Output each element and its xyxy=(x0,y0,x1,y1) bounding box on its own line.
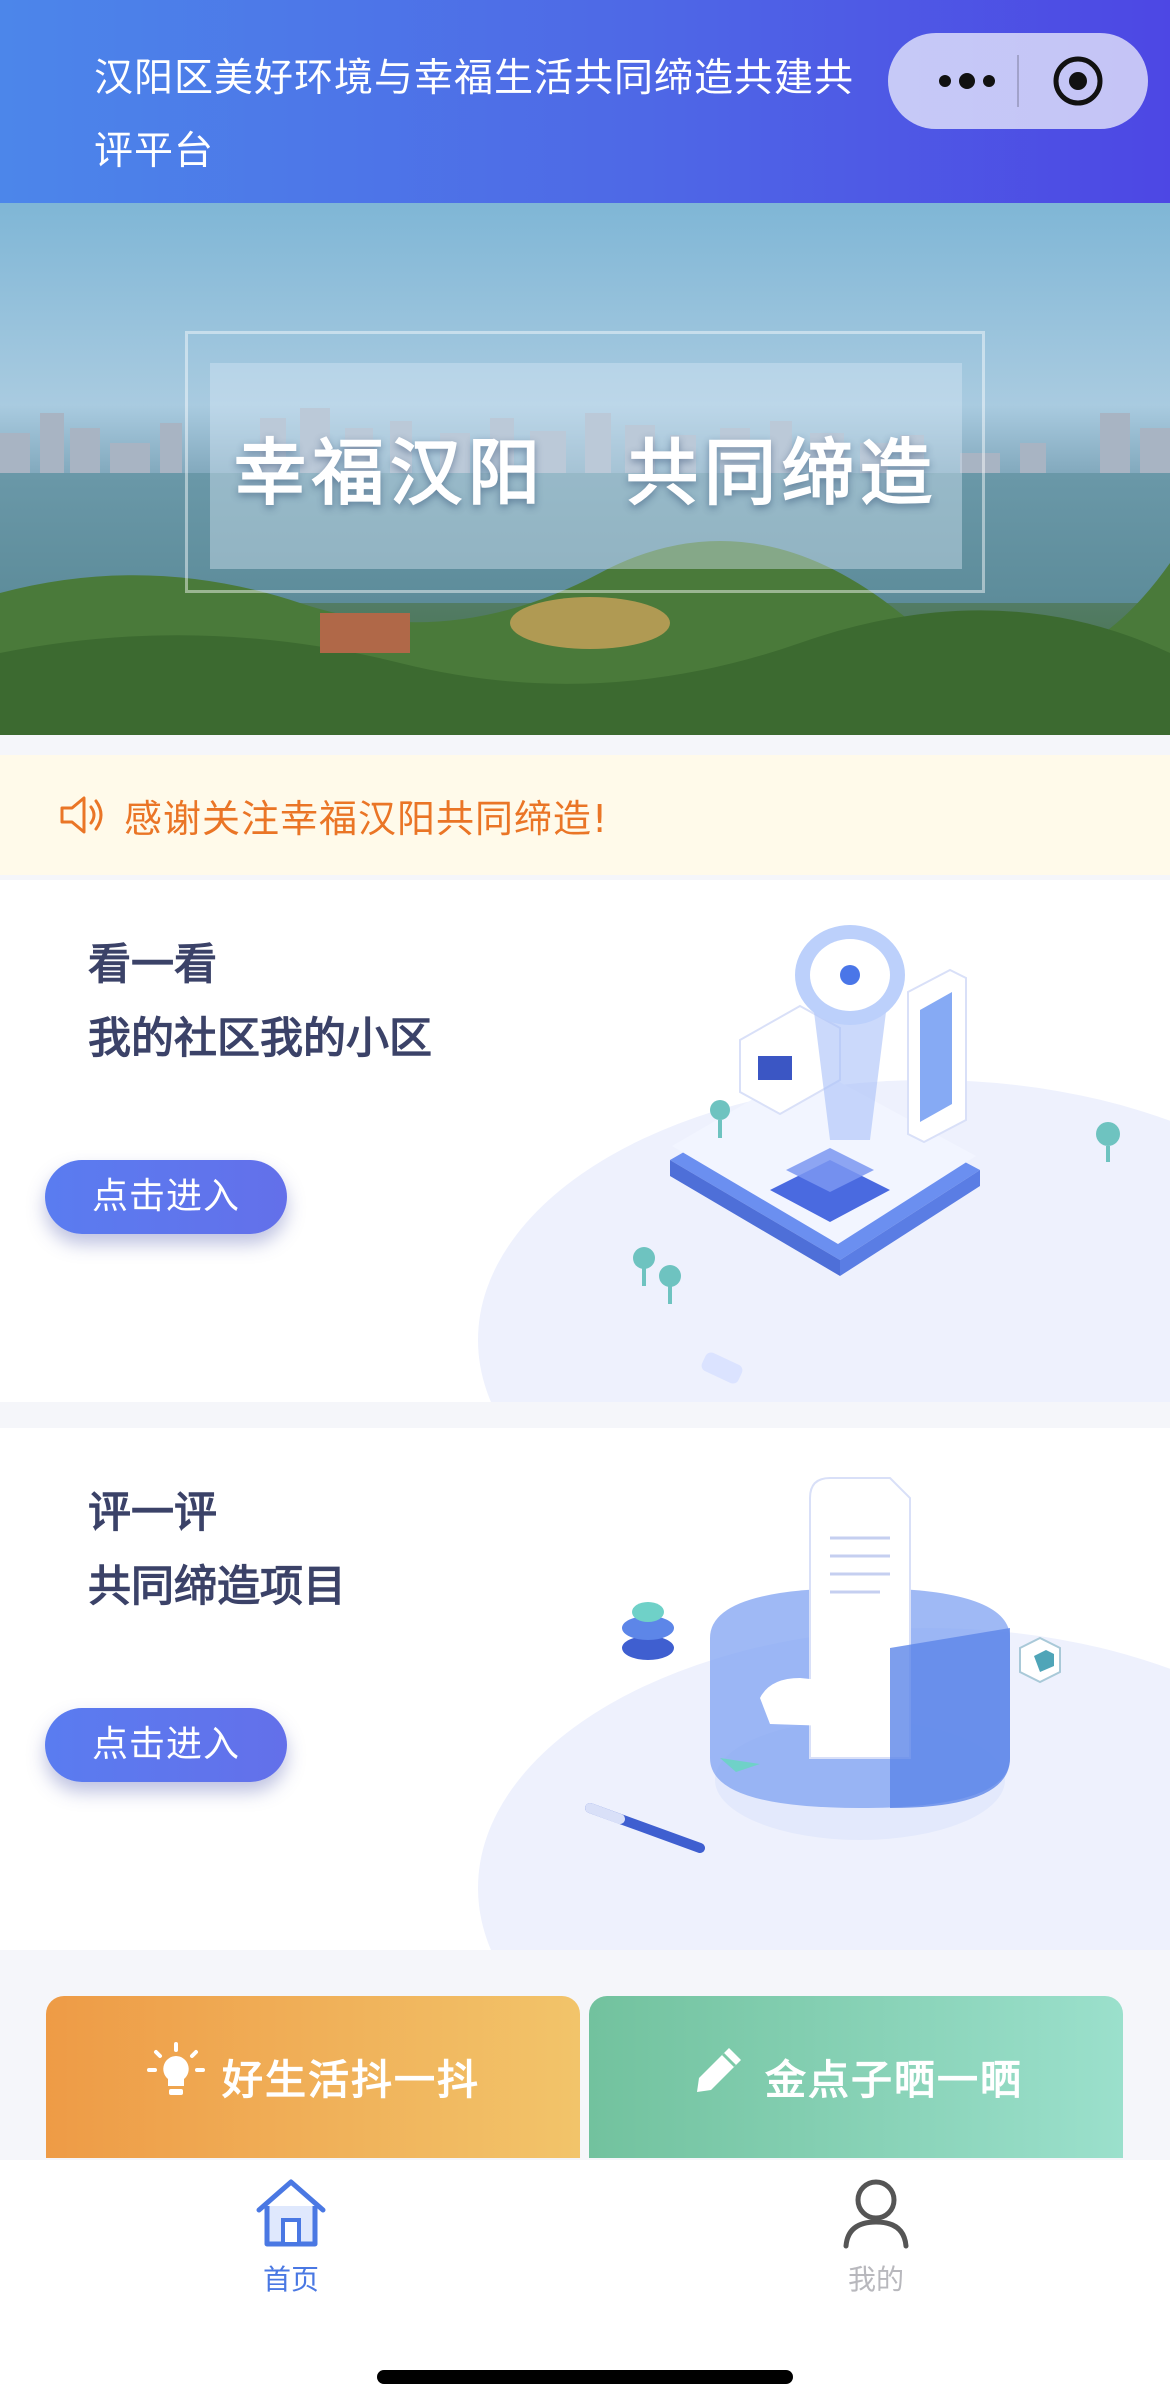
banner-slogan-right: 共同缔造 xyxy=(626,430,939,515)
good-life-shake-button[interactable]: 好生活抖一抖 xyxy=(46,1996,580,2158)
card-subtitle: 共同缔造项目 xyxy=(88,1562,346,1612)
speaker-icon xyxy=(60,796,103,834)
tab-mine-label: 我的 xyxy=(847,2263,904,2296)
lightbulb-icon xyxy=(147,2042,205,2095)
good-life-shake-label: 好生活抖一抖 xyxy=(222,2056,480,2104)
tab-home[interactable]: 首页 xyxy=(191,2172,391,2302)
more-dots-icon[interactable] xyxy=(928,33,1006,129)
community-map-illustration xyxy=(633,925,1120,1384)
tab-home-label: 首页 xyxy=(262,2263,319,2296)
capsule-divider xyxy=(1017,55,1019,107)
home-icon xyxy=(256,2179,326,2247)
enter-button[interactable]: 点击进入 xyxy=(45,1160,287,1234)
enter-button[interactable]: 点击进入 xyxy=(45,1708,287,1782)
target-circle-icon[interactable] xyxy=(1051,54,1105,108)
home-indicator[interactable] xyxy=(377,2370,793,2384)
good-idea-share-label: 金点子晒一晒 xyxy=(765,2056,1023,2104)
card-evaluate-projects: 评一评 共同缔造项目 点击进入 xyxy=(0,1428,1170,1950)
pencil-icon xyxy=(697,2048,741,2092)
card-subtitle: 我的社区我的小区 xyxy=(88,1014,432,1064)
card-title: 看一看 xyxy=(88,940,217,990)
tab-mine[interactable]: 我的 xyxy=(776,2172,976,2302)
banner-slogan-left: 幸福汉阳 xyxy=(233,430,546,515)
notice-bar: 感谢关注幸福汉阳共同缔造! xyxy=(0,755,1170,875)
banner-slogan: 幸福汉阳 共同缔造 xyxy=(210,363,962,569)
document-review-illustration xyxy=(585,1477,1061,1853)
nav-header: 汉阳区美好环境与幸福生活共同缔造共建共评平台 xyxy=(0,0,1170,203)
mini-program-capsule xyxy=(888,33,1148,129)
user-icon xyxy=(843,2179,909,2249)
card-title: 评一评 xyxy=(88,1488,217,1538)
card-view-community: 看一看 我的社区我的小区 点击进入 xyxy=(0,880,1170,1402)
notice-text: 感谢关注幸福汉阳共同缔造! xyxy=(124,796,609,841)
hero-banner: 幸福汉阳 共同缔造 xyxy=(0,203,1170,735)
good-idea-share-button[interactable]: 金点子晒一晒 xyxy=(589,1996,1123,2158)
page-title: 汉阳区美好环境与幸福生活共同缔造共建共评平台 xyxy=(94,56,855,174)
